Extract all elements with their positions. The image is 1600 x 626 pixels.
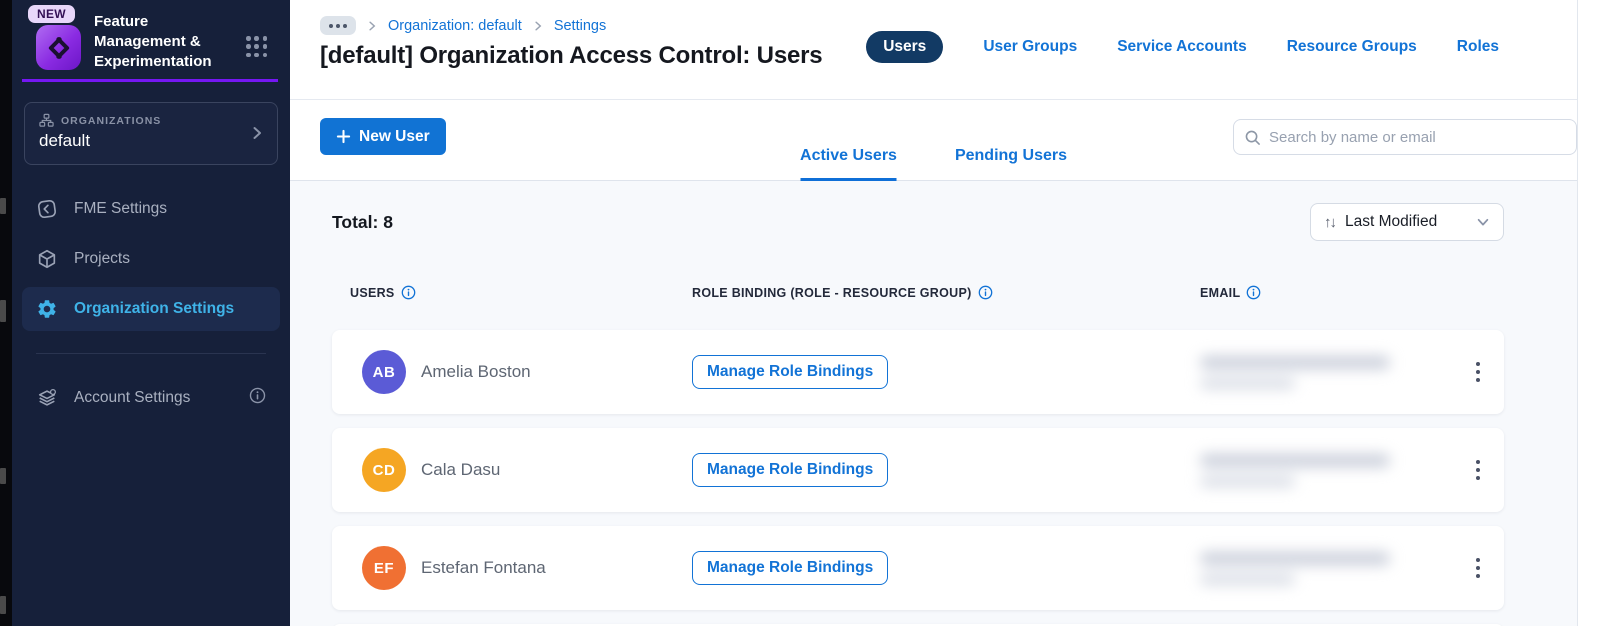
sort-dropdown-value: Last Modified — [1345, 213, 1438, 230]
user-name: Estefan Fontana — [421, 558, 546, 577]
search-icon — [1245, 130, 1260, 145]
app-switcher-icon[interactable] — [246, 36, 268, 58]
chevron-down-icon — [1477, 218, 1489, 226]
info-icon[interactable] — [1246, 285, 1261, 300]
screen-edge-strip — [0, 0, 12, 626]
sidebar-item-label: Projects — [74, 250, 130, 267]
sidebar-item-projects[interactable]: Projects — [22, 237, 280, 281]
toolbar: New User Active Users Pending Users — [290, 100, 1577, 181]
breadcrumb-ellipsis[interactable] — [320, 16, 356, 35]
gear-icon — [36, 298, 58, 320]
breadcrumb-link-organization[interactable]: Organization: default — [388, 18, 522, 34]
split-logo-icon — [48, 36, 69, 59]
user-name: Cala Dasu — [421, 460, 501, 479]
info-icon[interactable] — [978, 285, 993, 300]
manage-role-bindings-button[interactable]: Manage Role Bindings — [692, 453, 889, 487]
row-menu-kebab-icon[interactable] — [1470, 454, 1487, 487]
tab-users[interactable]: Users — [866, 31, 944, 63]
sidebar-item-label: Account Settings — [74, 389, 191, 406]
edge-artifact — [0, 198, 6, 214]
sidebar-item-organization-settings[interactable]: Organization Settings — [22, 287, 280, 331]
access-control-tabs: Users User Groups Service Accounts Resou… — [866, 31, 1499, 63]
manage-role-bindings-button[interactable]: Manage Role Bindings — [692, 551, 889, 585]
edge-artifact — [0, 596, 6, 614]
table-row: EF Estefan Fontana Manage Role Bindings — [332, 526, 1504, 610]
sidebar-item-label: FME Settings — [74, 200, 168, 217]
breadcrumb-link-settings[interactable]: Settings — [554, 18, 606, 34]
email-redacted — [1200, 551, 1410, 585]
search-input[interactable] — [1269, 128, 1566, 146]
column-header-email: EMAIL — [1200, 285, 1452, 300]
page-title: [default] Organization Access Control: U… — [320, 42, 823, 69]
total-count: Total: 8 — [332, 211, 393, 232]
email-redacted — [1200, 355, 1410, 389]
table-row: AB Amelia Boston Manage Role Bindings — [332, 330, 1504, 414]
header-accent-rule — [22, 79, 278, 82]
projects-cube-icon — [36, 248, 58, 270]
sidebar-item-fme-settings[interactable]: FME Settings — [22, 187, 280, 231]
new-user-button-label: New User — [359, 127, 430, 145]
fme-settings-icon — [36, 198, 58, 220]
sidebar-item-account-settings[interactable]: Account Settings — [22, 376, 280, 420]
column-header-role-binding: ROLE BINDING (ROLE - RESOURCE GROUP) — [692, 285, 1200, 300]
breadcrumb: Organization: default Settings — [320, 16, 606, 35]
sidebar-divider — [36, 353, 266, 354]
user-view-tabs: Active Users Pending Users — [800, 147, 1067, 181]
manage-role-bindings-button[interactable]: Manage Role Bindings — [692, 355, 889, 389]
organization-selector[interactable]: ORGANIZATIONS default — [24, 102, 278, 165]
new-user-button[interactable]: New User — [320, 118, 446, 155]
search-box — [1233, 119, 1577, 155]
table-header-row: USERS ROLE BINDING (ROLE - RESOURCE GROU… — [332, 285, 1504, 300]
org-hierarchy-icon — [39, 113, 54, 127]
main-content: Organization: default Settings [default]… — [290, 0, 1578, 626]
layers-gear-icon — [36, 387, 58, 409]
avatar: CD — [362, 448, 406, 492]
user-name: Amelia Boston — [421, 362, 531, 381]
split-logo — [36, 25, 81, 70]
edge-artifact — [0, 468, 6, 484]
sidebar-nav: FME Settings Projects Organization Setti… — [12, 187, 290, 420]
chevron-right-icon — [253, 127, 261, 139]
sidebar-header: NEW Feature Management & Experimentation — [12, 0, 290, 88]
plus-icon — [336, 129, 351, 144]
sidebar-item-label: Organization Settings — [74, 300, 235, 317]
avatar: AB — [362, 350, 406, 394]
users-panel: Total: 8 ↑↓ Last Modified USERS ROLE BIN… — [290, 181, 1577, 626]
row-menu-kebab-icon[interactable] — [1470, 356, 1487, 389]
tab-pending-users[interactable]: Pending Users — [955, 147, 1067, 181]
account-settings-info-icon[interactable] — [249, 387, 266, 409]
tab-service-accounts[interactable]: Service Accounts — [1117, 38, 1247, 56]
info-icon[interactable] — [401, 285, 416, 300]
edge-artifact — [0, 300, 6, 322]
email-redacted — [1200, 453, 1410, 487]
avatar: EF — [362, 546, 406, 590]
org-selector-value: default — [39, 131, 91, 150]
tab-user-groups[interactable]: User Groups — [983, 38, 1077, 56]
tab-roles[interactable]: Roles — [1457, 38, 1499, 56]
sort-arrows-icon: ↑↓ — [1324, 213, 1337, 231]
org-selector-label: ORGANIZATIONS — [61, 114, 162, 127]
app-title: Feature Management & Experimentation — [94, 13, 212, 70]
tab-active-users[interactable]: Active Users — [800, 147, 897, 181]
users-table: AB Amelia Boston Manage Role Bindings CD… — [332, 330, 1504, 626]
column-header-users: USERS — [332, 285, 692, 300]
tab-resource-groups[interactable]: Resource Groups — [1287, 38, 1417, 56]
chevron-right-icon — [535, 21, 542, 30]
table-row: CD Cala Dasu Manage Role Bindings — [332, 428, 1504, 512]
page-header: Organization: default Settings [default]… — [290, 0, 1577, 100]
new-badge: NEW — [28, 5, 75, 23]
sidebar: NEW Feature Management & Experimentation… — [12, 0, 290, 626]
row-menu-kebab-icon[interactable] — [1470, 552, 1487, 585]
chevron-right-icon — [369, 21, 376, 30]
sort-dropdown[interactable]: ↑↓ Last Modified — [1310, 203, 1504, 241]
